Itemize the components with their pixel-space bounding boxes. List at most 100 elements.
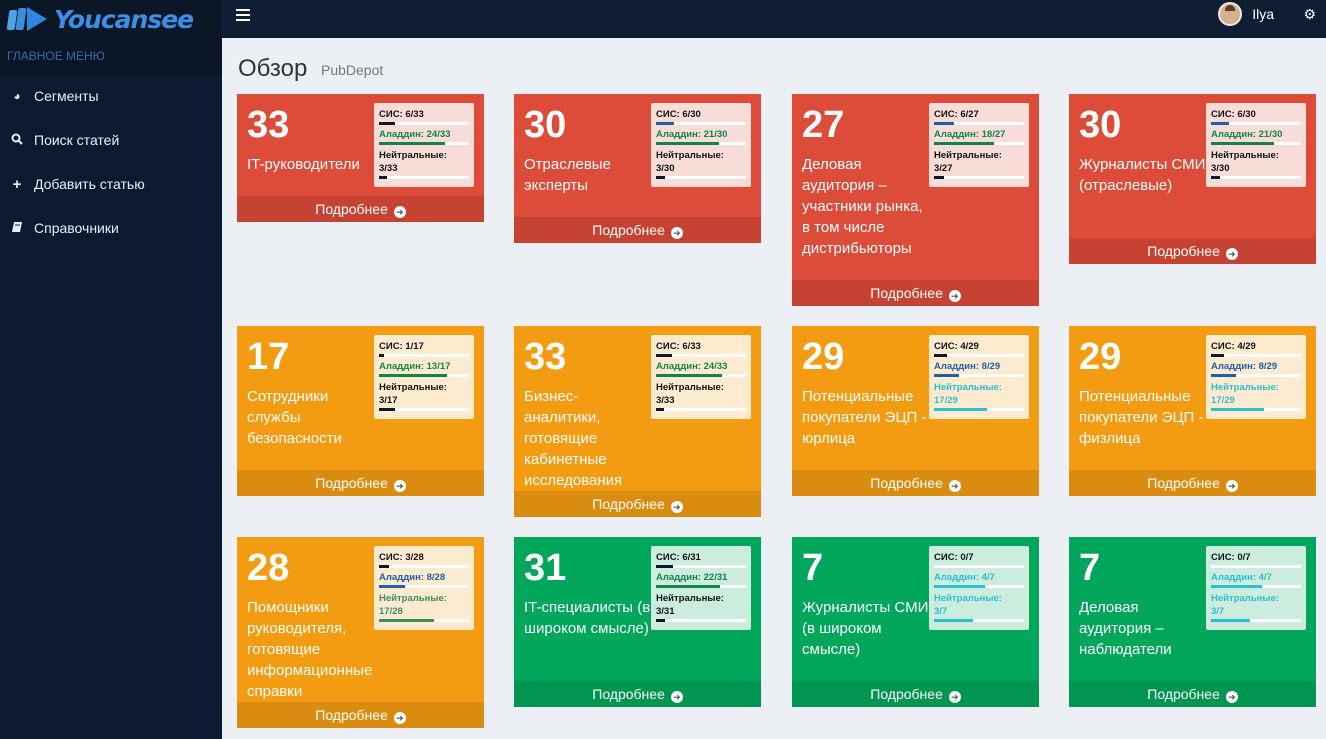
progress-bar [934, 585, 1024, 588]
progress-bar [379, 408, 469, 411]
logo[interactable]: Youcansee [0, 0, 222, 38]
progress-fill [1211, 408, 1265, 411]
progress-bar [379, 565, 469, 568]
stat-aladdin: Аладдин: 18/27 [934, 129, 1006, 140]
card-stats: СИС: 3/28 Аладдин: 8/28 Нейтральные: 17/… [374, 546, 474, 630]
user-menu[interactable]: Ilya [1218, 2, 1274, 26]
more-info-link[interactable]: Подробнее ➜ [237, 196, 484, 222]
avatar [1218, 2, 1243, 26]
card-label: IT-специалисты (в широком смысле) [524, 599, 651, 637]
more-info-label: Подробнее [592, 222, 665, 238]
more-info-link[interactable]: Подробнее ➜ [792, 280, 1039, 306]
progress-bar [379, 585, 469, 588]
stat-sis: СИС: 0/7 [1211, 552, 1251, 563]
card-stats: СИС: 6/33 Аладдин: 24/33 Нейтральные: 3/… [651, 335, 751, 419]
card-label: Помощники руководителя, готовящие информ… [247, 599, 373, 700]
more-info-link[interactable]: Подробнее ➜ [514, 681, 761, 707]
more-info-link[interactable]: Подробнее ➜ [237, 702, 484, 728]
sidebar-header: ГЛАВНОЕ МЕНЮ [0, 38, 222, 74]
progress-fill [1211, 374, 1237, 377]
sidebar-item-references[interactable]: Справочники [0, 206, 222, 250]
menu-toggle-icon[interactable] [236, 9, 250, 23]
more-info-label: Подробнее [1147, 475, 1220, 491]
sidebar-item-search[interactable]: Поиск статей [0, 118, 222, 162]
more-info-link[interactable]: Подробнее ➜ [514, 217, 761, 243]
stat-neutral-value: 17/28 [379, 606, 403, 617]
card-label: Отраслевые эксперты [524, 156, 611, 194]
stat-neutral-label: Нейтральные: [1211, 593, 1279, 604]
progress-fill [379, 565, 389, 568]
stat-sis: СИС: 1/17 [379, 341, 424, 352]
progress-bar [379, 374, 469, 377]
stat-aladdin: Аладдин: 8/29 [1211, 361, 1278, 372]
more-info-link[interactable]: Подробнее ➜ [1069, 470, 1316, 496]
card-count: 7 [802, 547, 824, 589]
stat-aladdin: Аладдин: 24/33 [656, 361, 728, 372]
progress-bar [379, 354, 469, 357]
more-info-link[interactable]: Подробнее ➜ [792, 681, 1039, 707]
stat-neutral-label: Нейтральные: [934, 382, 1002, 393]
stat-neutral-value: 3/33 [379, 163, 398, 174]
sidebar-item-add-article[interactable]: + Добавить статью [0, 162, 222, 206]
arrow-circle-right-icon: ➜ [948, 480, 961, 492]
progress-fill [656, 374, 722, 377]
more-info-label: Подробнее [1147, 243, 1220, 259]
progress-bar [656, 565, 746, 568]
arrow-circle-right-icon: ➜ [948, 290, 961, 302]
more-info-link[interactable]: Подробнее ➜ [237, 470, 484, 496]
progress-fill [379, 142, 445, 145]
arrow-circle-right-icon: ➜ [1225, 480, 1238, 492]
top-navbar: Youcansee Ilya ⚙ [0, 0, 1326, 38]
sidebar-item-segments[interactable]: ◕ Сегменты [0, 74, 222, 118]
progress-bar [1211, 585, 1301, 588]
more-info-link[interactable]: Подробнее ➜ [1069, 681, 1316, 707]
card-stats: СИС: 4/29 Аладдин: 8/29 Нейтральные: 17/… [929, 335, 1029, 419]
more-info-link[interactable]: Подробнее ➜ [792, 470, 1039, 496]
card-count: 7 [1079, 547, 1101, 589]
card-count: 27 [802, 104, 845, 146]
card-stats: СИС: 0/7 Аладдин: 4/7 Нейтральные: 3/7 [1206, 546, 1306, 630]
progress-fill [379, 122, 396, 125]
stat-neutral-value: 3/7 [1211, 606, 1225, 617]
progress-fill [656, 354, 673, 357]
progress-bar [1211, 565, 1301, 568]
progress-bar [1211, 374, 1301, 377]
logo-icon [6, 6, 48, 32]
card-label: Бизнес-аналитики, готовящие кабинетные и… [524, 388, 623, 489]
progress-bar [656, 176, 746, 179]
progress-bar [934, 565, 1024, 568]
card-label: Деловая аудитория – наблюдатели [1079, 599, 1172, 658]
stat-aladdin: Аладдин: 21/30 [1211, 129, 1283, 140]
more-info-label: Подробнее [870, 475, 943, 491]
stat-neutral-label: Нейтральные: [934, 150, 1002, 161]
stat-sis: СИС: 4/29 [1211, 341, 1256, 352]
more-info-link[interactable]: Подробнее ➜ [1069, 238, 1316, 264]
progress-bar [934, 142, 1024, 145]
more-info-label: Подробнее [870, 686, 943, 702]
progress-bar [1211, 142, 1301, 145]
sidebar-item-label: Сегменты [34, 88, 99, 104]
stat-neutral-value: 3/7 [934, 606, 948, 617]
stat-sis: СИС: 4/29 [934, 341, 979, 352]
more-info-label: Подробнее [1147, 686, 1220, 702]
stat-neutral-label: Нейтральные: [656, 593, 724, 604]
progress-fill [379, 585, 406, 588]
pie-chart-icon: ◕ [13, 89, 21, 103]
progress-fill [1211, 619, 1250, 622]
arrow-circle-right-icon: ➜ [393, 480, 406, 492]
progress-fill [934, 354, 947, 357]
stat-sis: СИС: 6/33 [656, 341, 701, 352]
stat-sis: СИС: 6/31 [656, 552, 701, 563]
card-label: Потенциальные покупатели ЭЦП - физлица [1079, 388, 1204, 447]
settings-gears-icon[interactable]: ⚙ [1303, 6, 1316, 23]
progress-fill [379, 619, 434, 622]
card-count: 30 [524, 104, 567, 146]
segment-card: 31 IT-специалисты (в широком смысле) СИС… [514, 537, 761, 707]
arrow-circle-right-icon: ➜ [670, 227, 683, 239]
more-info-link[interactable]: Подробнее ➜ [514, 491, 761, 517]
stat-aladdin: Аладдин: 24/33 [379, 129, 451, 140]
stat-aladdin: Аладдин: 8/29 [934, 361, 1001, 372]
card-label: Сотрудники службы безопасности [247, 388, 342, 447]
progress-fill [656, 585, 720, 588]
progress-fill [1211, 142, 1274, 145]
